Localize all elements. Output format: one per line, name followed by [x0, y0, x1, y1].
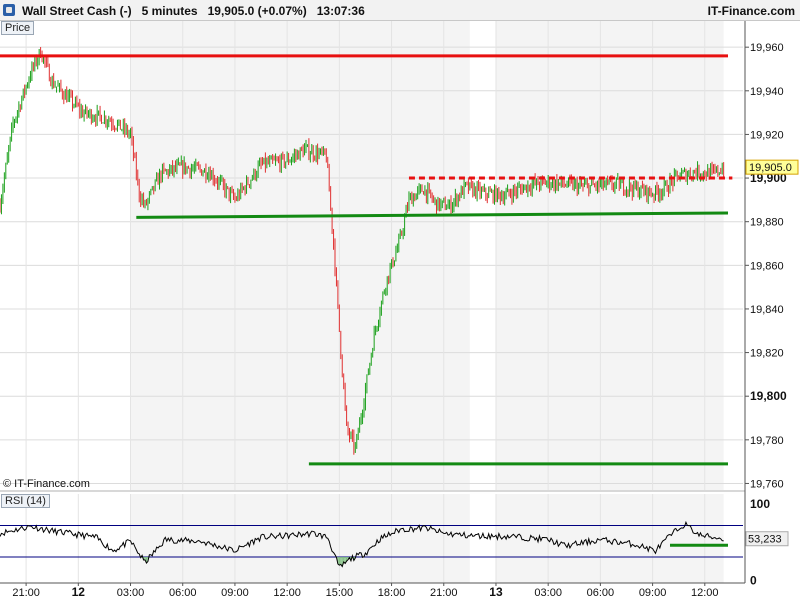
x-tick-label: 09:00	[221, 587, 249, 599]
y-tick-label: 19,820	[750, 348, 784, 360]
x-tick-label: 13	[489, 585, 503, 599]
y-tick-label: 19,960	[750, 42, 784, 54]
y-tick-label: 19,760	[750, 478, 784, 490]
x-tick-label: 06:00	[587, 587, 615, 599]
y-tick-label: 19,880	[750, 217, 784, 229]
price-chart[interactable]: 19,96019,94019,92019,90019,88019,86019,8…	[0, 0, 800, 600]
x-tick-label: 03:00	[534, 587, 562, 599]
x-tick-label: 18:00	[378, 587, 406, 599]
x-tick-label: 21:00	[12, 587, 40, 599]
y-tick-label: 19,940	[750, 86, 784, 98]
x-tick-label: 06:00	[169, 587, 197, 599]
session-shading	[130, 21, 724, 583]
copyright-note: © IT-Finance.com	[3, 478, 90, 490]
session-shade	[495, 21, 724, 490]
x-tick-label: 15:00	[326, 587, 354, 599]
y-tick-label: 19,840	[750, 304, 784, 316]
x-tick-label: 03:00	[117, 587, 145, 599]
rsi-panel-label[interactable]: RSI (14)	[1, 494, 50, 508]
y-tick-label: 19,780	[750, 435, 784, 447]
session-shade	[130, 21, 470, 490]
y-tick-label: 19,860	[750, 260, 784, 272]
y-tick-label: 19,920	[750, 129, 784, 141]
current-price-label: 19,905.0	[749, 162, 792, 174]
rsi-current-label: 53,233	[748, 534, 782, 546]
x-tick-label: 21:00	[430, 587, 458, 599]
x-tick-label: 12	[72, 585, 86, 599]
price-panel-label[interactable]: Price	[1, 21, 35, 35]
x-tick-label: 12:00	[691, 587, 719, 599]
rsi-tick-label: 100	[750, 497, 770, 511]
rsi-tick-label: 0	[750, 574, 757, 588]
y-tick-label: 19,800	[750, 389, 787, 403]
x-tick-label: 09:00	[639, 587, 667, 599]
x-tick-label: 12:00	[273, 587, 301, 599]
